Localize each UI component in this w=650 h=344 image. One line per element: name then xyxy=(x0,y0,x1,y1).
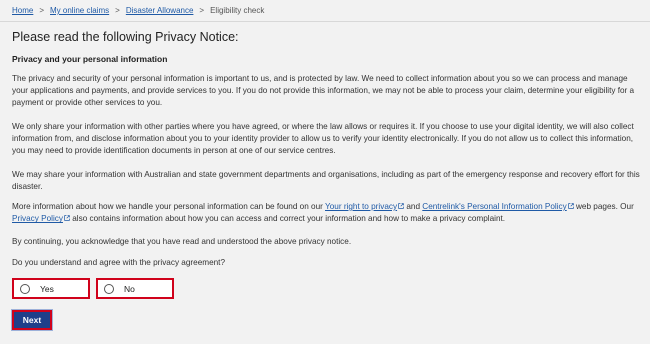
breadcrumb-my-online-claims-link[interactable]: My online claims xyxy=(50,4,109,18)
header-divider xyxy=(0,21,650,22)
privacy-paragraph-1: The privacy and security of your persona… xyxy=(12,74,635,108)
page-title: Please read the following Privacy Notice… xyxy=(12,30,239,44)
your-right-to-privacy-link[interactable]: Your right to privacy xyxy=(325,202,404,211)
privacy-paragraph-3: We may share your information with Austr… xyxy=(12,170,640,192)
section-title: Privacy and your personal information xyxy=(12,54,168,64)
link-label: Your right to privacy xyxy=(325,202,398,211)
paragraph-text: More information about how we handle you… xyxy=(12,202,325,211)
breadcrumb-separator: > xyxy=(199,6,205,15)
yes-radio-label: Yes xyxy=(40,283,54,294)
acknowledgement-text: By continuing, you acknowledge that you … xyxy=(12,237,352,246)
privacy-paragraph-4: More information about how we handle you… xyxy=(12,201,642,225)
breadcrumb-current: Eligibility check xyxy=(210,6,265,15)
agreement-question: Do you understand and agree with the pri… xyxy=(12,258,226,267)
link-label: Privacy Policy xyxy=(12,214,63,224)
breadcrumb-separator: > xyxy=(115,6,120,15)
breadcrumb: Home > My online claims > Disaster Allow… xyxy=(12,4,264,18)
paragraph-text: web pages. Our xyxy=(573,202,634,211)
privacy-paragraph-2: We only share your information with othe… xyxy=(12,122,634,156)
breadcrumb-disaster-allowance-link[interactable]: Disaster Allowance xyxy=(126,4,194,18)
link-label: Centrelink's Personal Information Policy xyxy=(422,202,567,211)
breadcrumb-separator: > xyxy=(39,6,45,15)
breadcrumb-home-link[interactable]: Home xyxy=(12,4,33,18)
radio-circle-icon[interactable] xyxy=(104,283,114,294)
paragraph-text: also contains information about how you … xyxy=(69,214,506,224)
no-radio-label: No xyxy=(124,283,135,294)
yes-radio-option[interactable]: Yes xyxy=(12,278,90,299)
next-button[interactable]: Next xyxy=(11,309,53,331)
no-radio-option[interactable]: No xyxy=(96,278,174,299)
paragraph-text: and xyxy=(404,202,423,211)
radio-circle-icon[interactable] xyxy=(20,283,30,294)
privacy-policy-link[interactable]: Privacy Policy xyxy=(12,214,70,223)
centrelink-personal-information-policy-link[interactable]: Centrelink's Personal Information Policy xyxy=(422,202,574,211)
